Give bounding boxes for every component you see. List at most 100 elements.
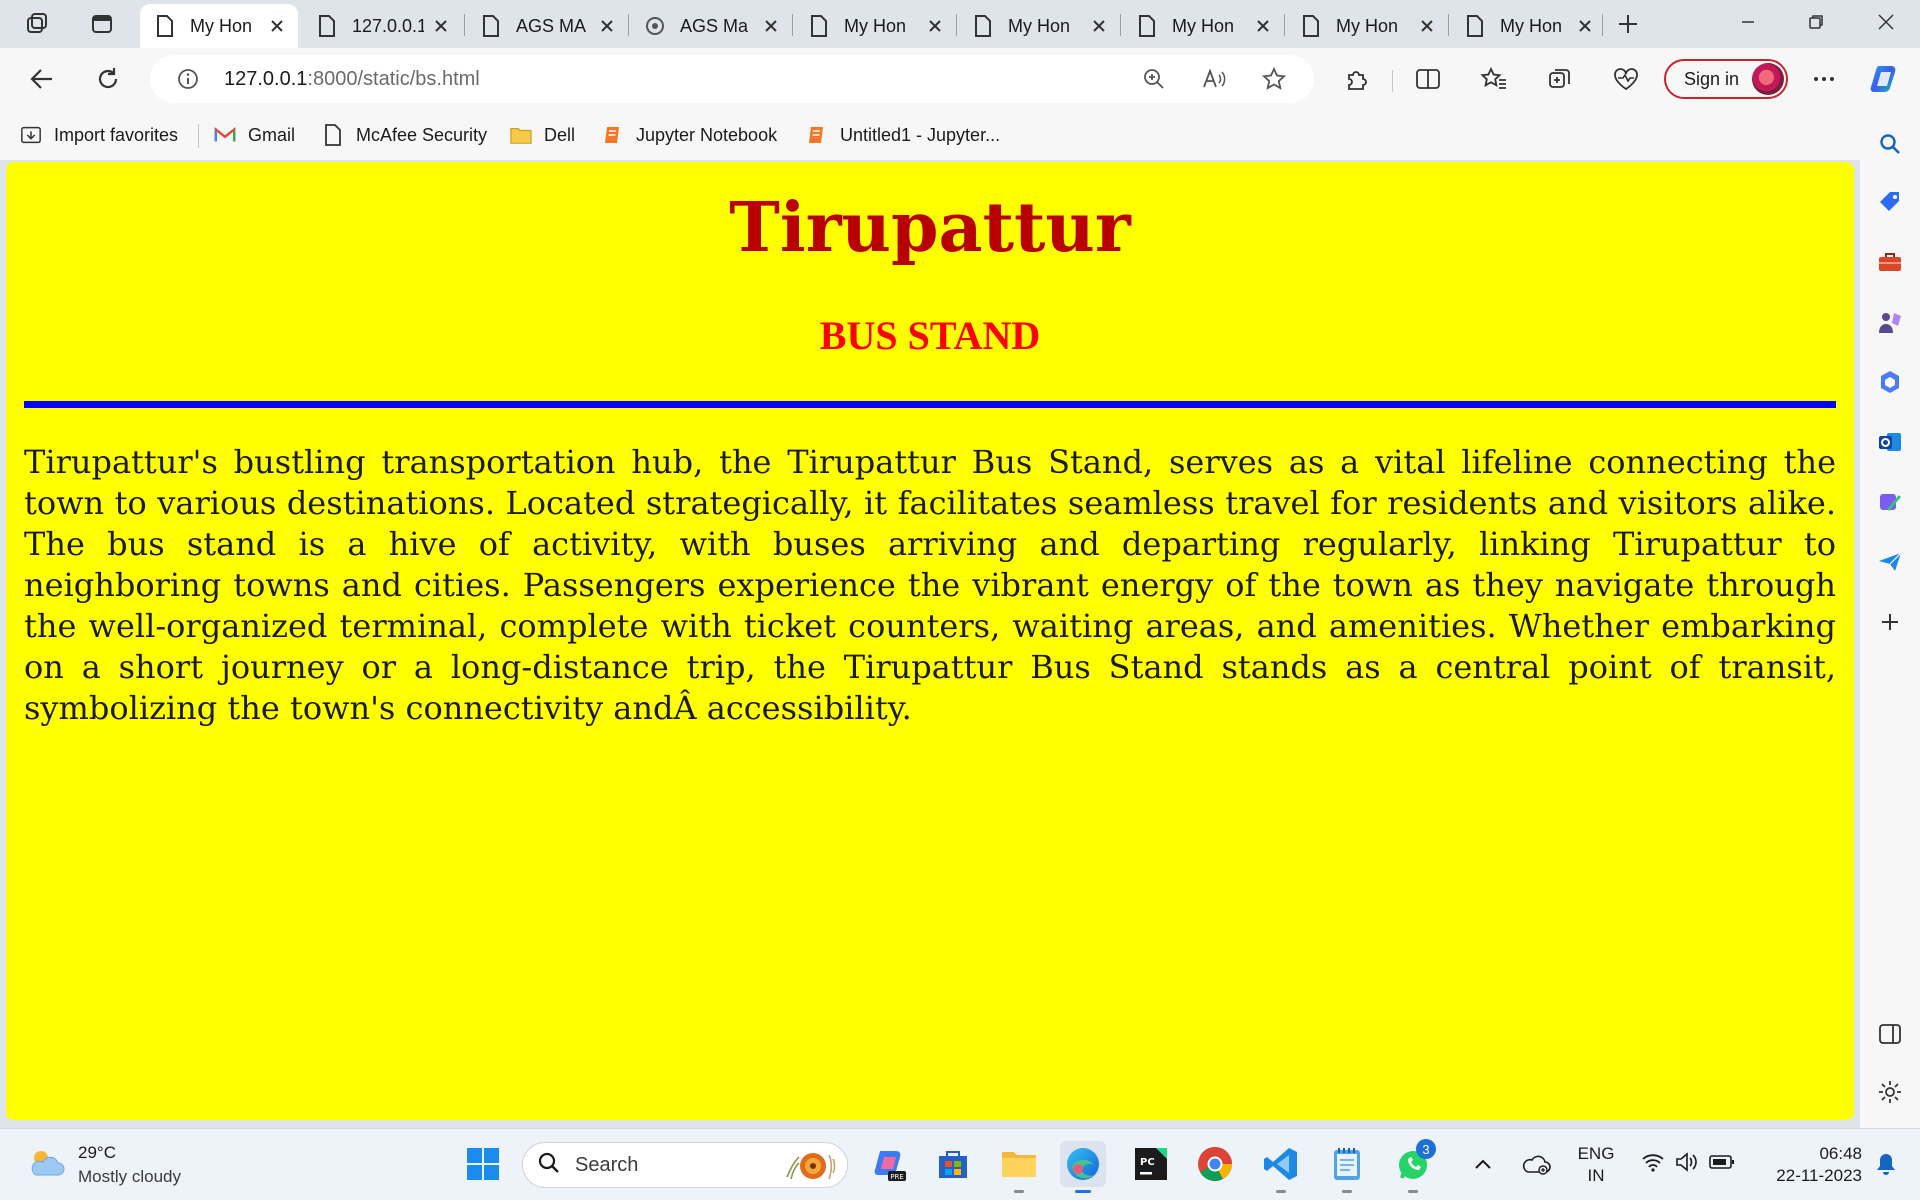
browser-tab[interactable]: My Hon [1286,4,1448,48]
favorite-untitled1-jupyter[interactable]: Untitled1 - Jupyter... [806,123,1000,147]
collections-icon[interactable] [1540,59,1580,99]
language-indicator[interactable]: ENG IN [1576,1143,1616,1187]
close-icon[interactable] [1088,15,1110,37]
games-icon[interactable] [1874,306,1906,338]
browser-tab[interactable]: 127.0.0.1 [302,4,462,48]
favorite-gmail[interactable]: Gmail [214,123,295,147]
running-indicator [1408,1190,1418,1193]
tab-separator [1448,14,1449,36]
edge-browser-icon[interactable] [1060,1141,1106,1193]
tab-title: My Hon [1500,15,1563,36]
favorite-label: McAfee Security [356,124,488,145]
onedrive-icon[interactable] [1518,1141,1554,1187]
split-screen-icon[interactable] [1408,59,1448,99]
hide-sidebar-icon[interactable] [1874,1018,1906,1050]
close-icon[interactable] [266,15,288,37]
url-path: :8000/static/bs.html [307,68,480,90]
vscode-icon[interactable] [1258,1141,1304,1193]
read-aloud-icon[interactable] [1196,61,1232,97]
tab-separator [956,14,957,36]
copilot-preview-icon[interactable]: PRE [866,1141,912,1187]
browser-tab[interactable]: My Hon [140,4,298,48]
microsoft-store-icon[interactable] [930,1141,976,1187]
close-icon[interactable] [596,15,618,37]
new-tab-icon[interactable] [1608,6,1648,42]
clock[interactable]: 06:48 22-11-2023 [1752,1143,1862,1187]
favorites-icon[interactable] [1474,59,1514,99]
show-hidden-icons-icon[interactable] [1468,1141,1498,1187]
telegram-send-icon[interactable] [1874,546,1906,578]
close-icon[interactable] [1252,15,1274,37]
pycharm-icon[interactable]: PC [1128,1141,1174,1187]
start-button-icon[interactable] [460,1141,506,1187]
tab-actions-icon[interactable] [82,6,122,42]
weather-widget[interactable]: 29°C Mostly cloudy [26,1141,181,1189]
more-options-icon[interactable] [1804,59,1844,99]
whatsapp-icon[interactable]: 3 [1390,1139,1436,1193]
sign-in-label: Sign in [1684,68,1740,89]
taskbar-search[interactable]: Search [522,1142,848,1188]
favorite-dell[interactable]: Dell [510,123,575,147]
refresh-icon[interactable] [88,59,128,99]
workspaces-icon[interactable] [18,6,58,42]
browser-essentials-icon[interactable] [1606,59,1646,99]
address-bar[interactable]: 127.0.0.1:8000/static/bs.html [150,55,1314,103]
tools-briefcase-icon[interactable] [1874,246,1906,278]
close-window-icon[interactable] [1858,0,1914,44]
notification-bell-icon[interactable] [1866,1141,1906,1187]
close-icon[interactable] [760,15,782,37]
browser-tab[interactable]: My Hon [1450,4,1606,48]
clock-time: 06:48 [1819,1144,1862,1163]
microsoft-365-icon[interactable] [1874,366,1906,398]
tab-separator [464,14,465,36]
back-icon[interactable] [22,59,62,99]
svg-text:PC: PC [1140,1157,1155,1168]
browser-tab[interactable]: AGS Ma [630,4,792,48]
search-icon[interactable] [1874,128,1906,160]
minimize-icon[interactable] [1720,0,1776,44]
tab-title: My Hon [1008,15,1071,36]
page-title: Tirupattur [729,188,1131,268]
page-icon [480,15,502,37]
designer-icon[interactable] [1874,486,1906,518]
close-icon[interactable] [924,15,946,37]
page-icon [154,15,176,37]
browser-tab[interactable]: My Hon [1122,4,1284,48]
restore-icon[interactable] [1788,0,1844,44]
svg-text:PRE: PRE [890,1173,904,1181]
chatgpt-icon [644,15,666,37]
url-text[interactable]: 127.0.0.1:8000/static/bs.html [224,68,480,91]
tab-separator [1120,14,1121,36]
close-icon[interactable] [1416,15,1438,37]
favorite-star-icon[interactable] [1256,61,1292,97]
browser-tab[interactable]: AGS MA [466,4,628,48]
page-icon [808,15,830,37]
browser-tab[interactable]: My Hon [794,4,956,48]
close-icon[interactable] [430,15,452,37]
language-region: IN [1587,1166,1605,1185]
close-icon[interactable] [1574,15,1596,37]
file-explorer-icon[interactable] [996,1141,1042,1193]
extensions-icon[interactable] [1336,59,1376,99]
zoom-icon[interactable] [1136,61,1172,97]
page-subtitle: BUS STAND [819,313,1041,358]
outlook-icon[interactable] [1874,426,1906,458]
quick-settings[interactable] [1634,1141,1742,1187]
settings-gear-icon[interactable] [1874,1076,1906,1108]
shopping-tag-icon[interactable] [1874,186,1906,218]
favorite-mcafee-security[interactable]: McAfee Security [322,123,487,147]
copilot-icon[interactable] [1866,59,1906,99]
chrome-icon[interactable] [1192,1141,1238,1187]
site-info-icon[interactable] [170,61,206,97]
tab-separator [1284,14,1285,36]
notepad-icon[interactable] [1324,1141,1370,1193]
edge-sidebar [1860,110,1920,1128]
add-icon[interactable] [1874,606,1906,638]
sign-in-button[interactable]: Sign in [1664,59,1788,99]
favorite-jupyter-notebook[interactable]: Jupyter Notebook [602,123,777,147]
gmail-icon [214,124,236,146]
favorite-import-favorites[interactable]: Import favorites [20,123,178,147]
browser-tab[interactable]: My Hon [958,4,1120,48]
language-code: ENG [1577,1144,1615,1163]
favorite-label: Import favorites [54,124,179,145]
